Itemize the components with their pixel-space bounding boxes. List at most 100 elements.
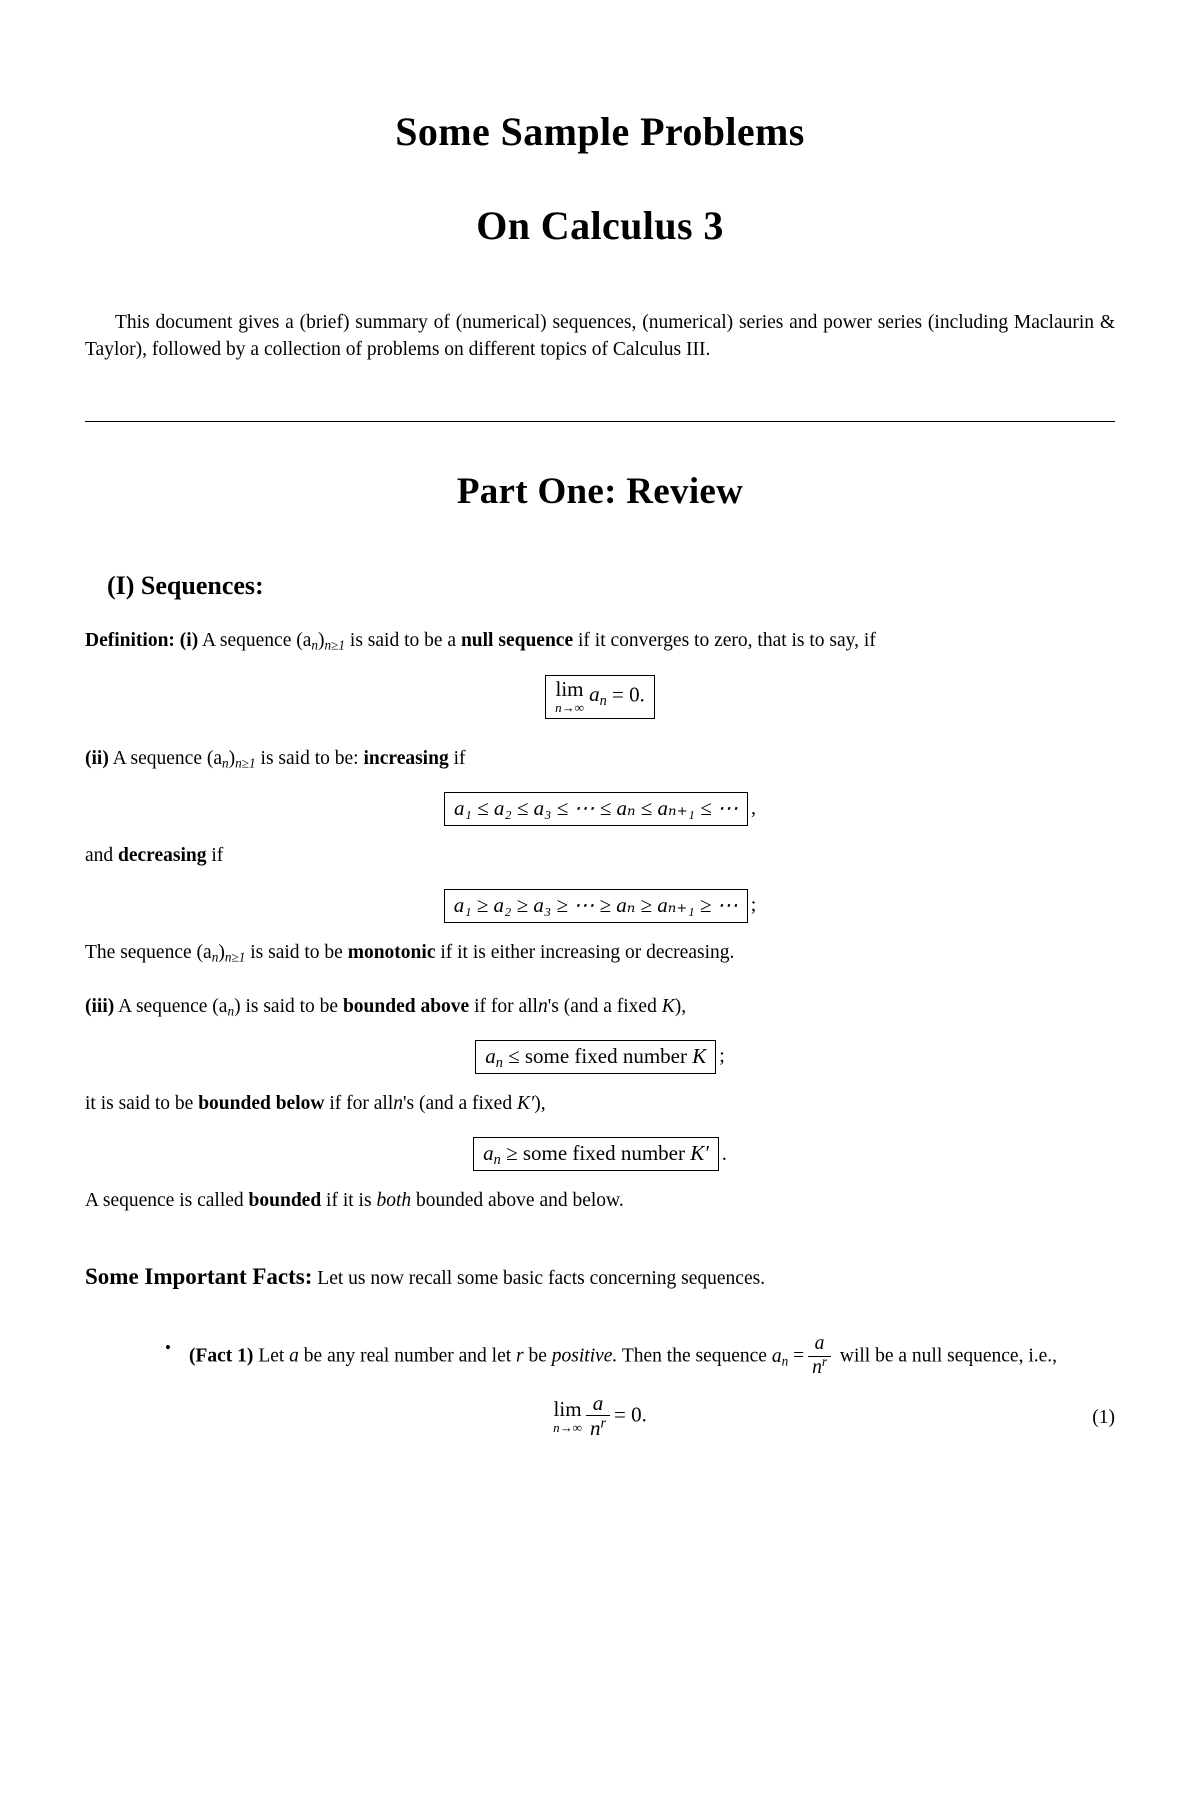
boxed-formula-bounded-below: an ≥ some fixed number K′ <box>473 1137 719 1172</box>
monotonic-term: monotonic <box>347 941 436 963</box>
definition-label: Definition: <box>85 630 175 652</box>
monotonic-paragraph: The sequence (an)n≥1 is said to be monot… <box>85 939 1115 967</box>
increasing-trailing-punctuation: , <box>750 797 756 820</box>
fact-1-text-e: will be a null sequence, i.e., <box>839 1345 1058 1367</box>
document-title-line-2: On Calculus 3 <box>476 203 724 248</box>
variable-K-prime-below: K′ <box>516 1092 535 1114</box>
definition-paragraph-iii: (iii) A sequence (an) is said to be boun… <box>85 993 1115 1021</box>
fact-1-fraction-denominator: nr <box>808 1355 832 1378</box>
boxed-formula-decreasing: a₁ ≥ a₂ ≥ a₃ ≥ ⋯ ≥ aₙ ≥ aₙ₊₁ ≥ ⋯ <box>443 888 748 923</box>
decreasing-text-and: and <box>85 844 114 866</box>
definition-item-ii-marker: (ii) <box>85 747 109 769</box>
equation-1-content: lim n→∞ a nr = 0. <box>85 1392 1115 1440</box>
sequence-notation-monotonic: (an)n≥1 <box>196 941 246 965</box>
boxed-formula-bounded-above-wrap: an ≤ some fixed number K; <box>85 1039 1115 1074</box>
definition-item-i-text-a: A sequence <box>202 630 292 652</box>
fact-1-text-d: Then the sequence <box>621 1345 767 1367</box>
equation-1-number: (1) <box>1092 1407 1115 1429</box>
document-title-line-1: Some Sample Problems <box>395 109 805 154</box>
fact-list-item: • (Fact 1) Let a be any real number and … <box>165 1333 1115 1379</box>
fact-1-variable-r: r <box>516 1345 524 1367</box>
sequence-notation-ii: (an)n≥1 <box>206 747 256 771</box>
boxed-formula-bounded-below-wrap: an ≥ some fixed number K′. <box>85 1137 1115 1172</box>
fact-1-italic-positive: positive. <box>551 1345 618 1367</box>
document-page: Some Sample Problems On Calculus 3 This … <box>0 110 1200 1807</box>
definition-item-iii-text-a: A sequence <box>118 995 208 1017</box>
definition-item-iii-text-b: is said to be <box>245 995 339 1017</box>
sequence-notation-i: (an)n≥1 <box>296 630 346 654</box>
equation-1-fraction: a nr <box>585 1392 611 1439</box>
bullet-icon: • <box>165 1338 171 1358</box>
boxed-formula-null-sequence: lim n→∞ an = 0. <box>545 674 655 719</box>
bounded-text-a: A sequence is called <box>85 1190 244 1212</box>
bounded-below-text-d: ), <box>534 1092 546 1114</box>
variable-n-iii: n <box>537 995 548 1017</box>
horizontal-rule <box>85 421 1115 423</box>
fact-1-text-a: Let <box>258 1345 285 1367</box>
definition-item-iii-text-d: 's (and a fixed <box>547 995 657 1017</box>
equation-1-limit-operator: lim n→∞ <box>553 1397 582 1436</box>
limit-result: = 0. <box>612 681 645 706</box>
boxed-formula-increasing-wrap: a₁ ≤ a₂ ≤ a₃ ≤ ⋯ ≤ aₙ ≤ aₙ₊₁ ≤ ⋯, <box>85 791 1115 826</box>
increasing-term: increasing <box>363 747 449 769</box>
limit-operator: lim n→∞ <box>555 676 584 715</box>
sequence-notation-iii: (an) <box>212 995 241 1019</box>
fact-1-variable-a: a <box>289 1345 299 1367</box>
numbered-equation-1: lim n→∞ a nr = 0. (1) <box>85 1392 1115 1451</box>
fact-1-text-c: be <box>528 1345 547 1367</box>
definition-item-iii-text-c: if for all <box>474 995 538 1017</box>
boxed-formula-bounded-above: an ≤ some fixed number K <box>475 1039 717 1074</box>
boxed-formula-decreasing-wrap: a₁ ≥ a₂ ≥ a₃ ≥ ⋯ ≥ aₙ ≥ aₙ₊₁ ≥ ⋯; <box>85 888 1115 923</box>
bounded-below-text-b: if for all <box>329 1092 394 1114</box>
section-heading-sequences: (I) Sequences: <box>107 571 264 601</box>
definition-item-iii-text-e: ), <box>674 995 687 1017</box>
equation-1-fraction-denominator: nr <box>585 1415 611 1439</box>
decreasing-lead-in: and decreasing if <box>85 842 1115 870</box>
bounded-above-term: bounded above <box>342 995 470 1017</box>
bounded-below-term: bounded below <box>198 1092 325 1114</box>
decreasing-trailing-punctuation: ; <box>750 894 757 917</box>
monotonic-text-c: if it is either increasing or decreasing… <box>440 941 735 963</box>
definition-paragraph-i: Definition: (i) A sequence (an)n≥1 is sa… <box>85 627 1115 655</box>
bounded-below-paragraph: it is said to be bounded below if for al… <box>85 1090 1115 1118</box>
definition-item-ii-text-a: A sequence <box>112 747 202 769</box>
bounded-text-b: if it is <box>326 1190 372 1212</box>
part-title: Part One: Review <box>456 471 744 513</box>
fact-1-sequence-lhs: an <box>771 1345 789 1369</box>
important-facts-heading: Some Important Facts: Let us now recall … <box>85 1261 1115 1294</box>
bounded-definition-paragraph: A sequence is called bounded if it is bo… <box>85 1187 1115 1215</box>
monotonic-text-a: The sequence <box>85 941 192 963</box>
intro-paragraph: This document gives a (brief) summary of… <box>85 312 1115 360</box>
fact-1-fraction: a nr <box>808 1333 832 1378</box>
variable-K-iii: K <box>661 995 675 1017</box>
bounded-above-trailing-punctuation: ; <box>719 1045 725 1068</box>
bounded-below-text-c: 's (and a fixed <box>402 1092 513 1114</box>
monotonic-text-b: is said to be <box>250 941 343 963</box>
fact-1-label: (Fact 1) <box>189 1345 254 1367</box>
fact-1-equals-sign: = <box>793 1345 805 1367</box>
definition-item-ii-text-b: is said to be: <box>260 747 359 769</box>
important-facts-text: Let us now recall some basic facts conce… <box>317 1267 766 1289</box>
definition-paragraph-ii: (ii) A sequence (an)n≥1 is said to be: i… <box>85 745 1115 773</box>
equation-1-result: = 0. <box>614 1402 647 1427</box>
boxed-formula-increasing: a₁ ≤ a₂ ≤ a₃ ≤ ⋯ ≤ aₙ ≤ aₙ₊₁ ≤ ⋯ <box>444 791 748 826</box>
variable-n-below: n <box>393 1092 403 1114</box>
definition-item-iii-marker: (iii) <box>85 995 115 1017</box>
bounded-term: bounded <box>248 1190 322 1212</box>
bounded-below-trailing-punctuation: . <box>721 1142 727 1165</box>
bounded-italic-both: both <box>376 1190 412 1212</box>
boxed-formula-null-sequence-wrap: lim n→∞ an = 0. <box>85 674 1115 719</box>
limit-body: an <box>589 681 607 709</box>
fact-1-text-b: be any real number and let <box>303 1345 512 1367</box>
definition-item-i-marker: (i) <box>179 630 199 652</box>
fact-1-body: (Fact 1) Let a be any real number and le… <box>189 1333 1115 1379</box>
null-sequence-term: null sequence <box>460 630 574 652</box>
bounded-below-text-a: it is said to be <box>85 1092 194 1114</box>
decreasing-text-if: if <box>211 844 224 866</box>
definition-item-i-text-c: if it converges to zero, that is to say,… <box>577 630 876 652</box>
bounded-text-c: bounded above and below. <box>415 1190 624 1212</box>
important-facts-label: Some Important Facts: <box>85 1263 313 1289</box>
definition-item-ii-text-c: if <box>453 747 466 769</box>
definition-item-i-text-b: is said to be a <box>349 630 457 652</box>
decreasing-term: decreasing <box>118 844 207 866</box>
